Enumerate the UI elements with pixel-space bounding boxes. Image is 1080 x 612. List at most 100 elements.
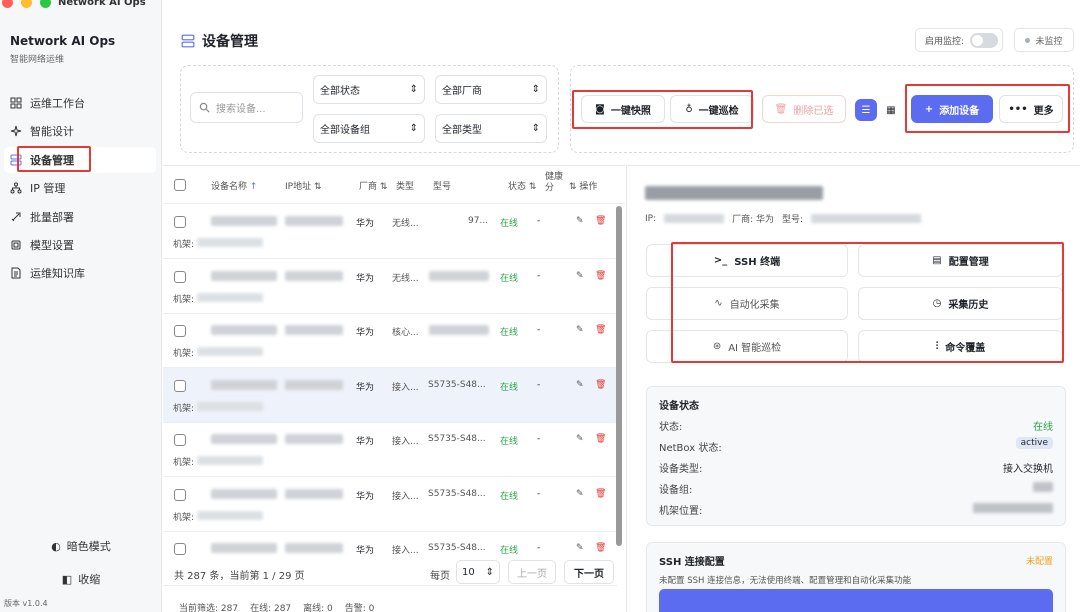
column-header-vendor[interactable]: 厂商 ⇅	[359, 179, 387, 192]
command-override-button[interactable]: ⫶ 命令覆盖	[858, 330, 1063, 363]
table-row[interactable]: 华为 接入... S5735-S48... 在线 - ✎ 🗑 机架:	[163, 367, 617, 423]
pagination-summary: 共 287 条，当前第 1 / 29 页	[174, 571, 305, 582]
brand-subtitle: 智能网络运维	[10, 55, 65, 65]
redacted-device-name	[211, 488, 277, 499]
minimize-window-button[interactable]	[21, 0, 32, 8]
ssh-terminal-button[interactable]: >_ SSH 终端	[646, 244, 848, 277]
dark-mode-button[interactable]: ◐ 暗色模式	[0, 538, 162, 554]
ellipsis-icon: •••	[1008, 103, 1028, 115]
column-header-status[interactable]: 状态 ⇅	[508, 179, 536, 192]
row-checkbox[interactable]	[174, 434, 186, 446]
row-checkbox[interactable]	[174, 270, 186, 283]
config-management-button[interactable]: ▤ 配置管理	[858, 244, 1063, 277]
health-cell: -	[537, 488, 541, 499]
redacted-group	[1033, 482, 1053, 492]
inspect-button[interactable]: ♁ 一键巡检	[670, 95, 754, 123]
per-page-select[interactable]: 10 ⇕	[456, 560, 500, 584]
delete-icon[interactable]: 🗑	[595, 434, 606, 444]
delete-icon[interactable]: 🗑	[595, 271, 606, 281]
sidebar-item-knowledge[interactable]: 运维知识库	[4, 260, 156, 286]
add-device-button[interactable]: + 添加设备	[911, 95, 993, 123]
delete-selected-button[interactable]: 🗑 删除已选	[762, 95, 846, 123]
monitor-toggle[interactable]	[970, 32, 999, 48]
table-scrollbar[interactable]	[616, 206, 622, 546]
chip-icon	[11, 240, 21, 250]
table-row[interactable]: 华为 核心... 在线 - ✎ 🗑 机架:	[163, 313, 617, 368]
sidebar-item-models[interactable]: 模型设置	[4, 232, 156, 258]
column-header-name[interactable]: 设备名称 ↑	[211, 179, 257, 192]
row-checkbox[interactable]	[174, 379, 186, 392]
window-title: Network AI Ops	[58, 0, 146, 8]
status-dot-icon	[1025, 37, 1031, 43]
clock-icon: ◷	[932, 298, 942, 309]
auto-collect-button[interactable]: ∿ 自动化采集	[646, 287, 848, 320]
chevron-updown-icon: ⇕	[409, 123, 418, 134]
edit-icon[interactable]: ✎	[576, 543, 584, 553]
redacted-ip	[664, 214, 725, 223]
row-checkbox[interactable]	[174, 543, 186, 555]
action-panel: ◙ 一键快照 ♁ 一键巡检 🗑 删除已选 ☰ ▦ + 添加设备 ••• 更多	[570, 65, 1074, 153]
next-page-button[interactable]: 下一页	[564, 560, 614, 584]
column-header-ip[interactable]: IP地址 ⇅	[285, 179, 322, 192]
snapshot-button[interactable]: ◙ 一键快照	[581, 95, 665, 123]
sort-icon: ⇅	[313, 182, 322, 192]
type-cell: 接入...	[392, 546, 419, 556]
redacted-ip	[285, 270, 343, 281]
edit-icon[interactable]: ✎	[576, 271, 584, 281]
sidebar-item-devices[interactable]: 设备管理	[4, 146, 156, 173]
sidebar-item-ip[interactable]: IP 管理	[4, 175, 156, 201]
row-checkbox[interactable]	[174, 216, 186, 228]
sidebar-item-design[interactable]: 智能设计	[4, 118, 156, 144]
delete-icon[interactable]: 🗑	[595, 489, 606, 499]
sidebar-item-workbench[interactable]: 运维工作台	[4, 90, 156, 116]
document-icon	[11, 267, 21, 279]
status-cell: 在线	[500, 491, 519, 502]
row-checkbox[interactable]	[174, 488, 186, 501]
rack-label: 机架位置:	[659, 506, 703, 517]
column-header-actions[interactable]: ⇅ 操作	[569, 179, 597, 192]
delete-icon[interactable]: 🗑	[595, 325, 606, 335]
page-header: 设备管理 启用监控: 未监控	[163, 0, 1080, 60]
prev-page-button[interactable]: 上一页	[508, 560, 556, 584]
table-row[interactable]: 华为 无线... 97... 在线 - ✎ 🗑 机架:	[163, 204, 617, 259]
ai-inspect-button[interactable]: ⊛ AI 智能巡检	[646, 330, 848, 363]
type-filter-select[interactable]: 全部类型 ⇕	[435, 114, 547, 143]
grid-view-button[interactable]: ▦	[880, 99, 902, 121]
maximize-window-button[interactable]	[40, 0, 51, 8]
edit-icon[interactable]: ✎	[576, 489, 584, 499]
edit-icon[interactable]: ✎	[576, 380, 584, 390]
vendor-filter-select[interactable]: 全部厂商 ⇕	[435, 75, 547, 104]
edit-icon[interactable]: ✎	[576, 434, 584, 444]
table-row[interactable]: 华为 接入... S5735-S48... 在线 - ✎ 🗑 机架:	[163, 422, 617, 477]
table-row[interactable]: 华为 无线... 在线 - ✎ 🗑 机架:	[163, 259, 617, 314]
dark-mode-label: 暗色模式	[66, 540, 111, 553]
close-window-button[interactable]	[2, 0, 13, 8]
server-icon	[181, 34, 195, 48]
inspect-label: 一键巡检	[698, 105, 739, 117]
table-row[interactable]: 华为 接入... S5735-S48... 在线 - ✎ 🗑 机架:	[163, 477, 617, 532]
sidebar-item-deploy[interactable]: 批量部署	[4, 204, 156, 230]
sidebar-item-label: 模型设置	[30, 238, 74, 252]
search-input[interactable]: 搜索设备...	[190, 92, 303, 123]
delete-icon[interactable]: 🗑	[595, 380, 606, 390]
health-cell: -	[537, 434, 541, 444]
more-button[interactable]: ••• 更多	[999, 95, 1063, 123]
delete-icon[interactable]: 🗑	[595, 216, 606, 226]
column-label: IP地址	[285, 182, 312, 192]
vendor-cell: 华为	[356, 328, 375, 338]
monitor-status-text: 未监控	[1035, 36, 1063, 47]
edit-icon[interactable]: ✎	[576, 216, 584, 226]
select-all-checkbox[interactable]	[174, 179, 186, 191]
collapse-button[interactable]: ◧ 收缩	[0, 571, 162, 587]
redacted-device-name	[211, 325, 277, 335]
delete-icon[interactable]: 🗑	[595, 543, 606, 553]
list-view-button[interactable]: ☰	[855, 99, 877, 121]
collect-history-button[interactable]: ◷ 采集历史	[858, 287, 1063, 320]
per-page-label: 每页	[430, 571, 450, 582]
ssh-configure-button[interactable]	[659, 589, 1053, 612]
group-filter-select[interactable]: 全部设备组 ⇕	[313, 114, 425, 143]
group-filter-value: 全部设备组	[320, 125, 370, 136]
status-filter-select[interactable]: 全部状态 ⇕	[313, 75, 425, 104]
edit-icon[interactable]: ✎	[576, 325, 584, 335]
row-checkbox[interactable]	[174, 325, 186, 337]
